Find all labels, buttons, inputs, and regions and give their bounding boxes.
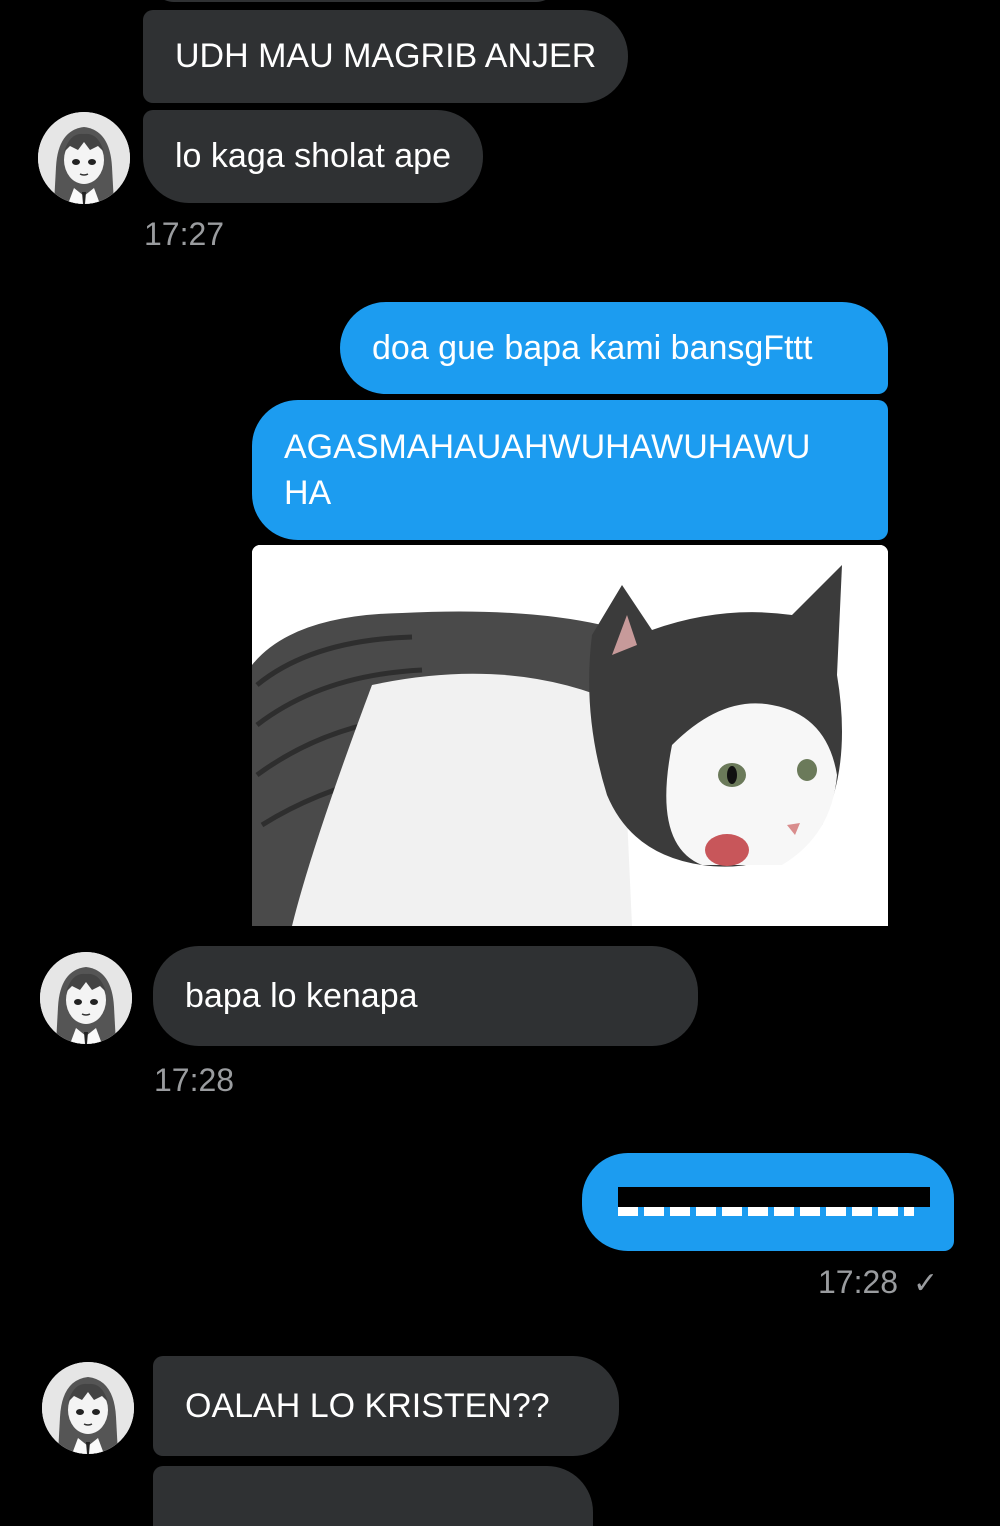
incoming-message-2[interactable]: lo kaga sholat ape [143,110,483,203]
redaction-bar [618,1187,930,1207]
outgoing-message-1[interactable]: doa gue bapa kami bansgFttt [340,302,888,394]
incoming-message-4[interactable]: OALAH LO KRISTEN?? [153,1356,619,1456]
anime-girl-avatar-icon [42,1362,134,1454]
avatar[interactable] [42,1362,134,1454]
message-text-line-1: AGASMAHAUAHWUHAWUHAWU [284,428,811,466]
partial-message-top [150,0,560,2]
partial-message-bottom [153,1466,593,1526]
check-icon: ✓ [912,1267,939,1300]
anime-girl-avatar-icon [40,952,132,1044]
outgoing-message-redacted[interactable] [582,1153,954,1251]
timestamp: 17:28 [818,1264,899,1300]
cat-meme-photo-icon [252,545,888,926]
message-text: OALAH LO KRISTEN?? [185,1387,550,1425]
incoming-message-1[interactable]: UDH MAU MAGRIB ANJER [143,10,629,103]
outgoing-message-2[interactable]: AGASMAHAUAHWUHAWUHAWU HA [252,400,888,540]
message-text: UDH MAU MAGRIB ANJER [175,37,597,75]
timestamp: 17:27 [144,216,225,252]
redacted-text-fragment [618,1207,914,1219]
anime-girl-avatar-icon [38,112,130,204]
message-text: lo kaga sholat ape [175,137,451,175]
message-text: doa gue bapa kami bansgFttt [372,329,813,367]
cat-image-message[interactable] [252,545,888,926]
avatar[interactable] [38,112,130,204]
timestamp: 17:28 [154,1062,235,1098]
avatar[interactable] [40,952,132,1044]
message-text: bapa lo kenapa [185,977,418,1015]
incoming-message-3[interactable]: bapa lo kenapa [153,946,698,1046]
message-text-line-2: HA [284,474,332,512]
timestamp-with-status: 17:28 ✓ [818,1264,938,1301]
